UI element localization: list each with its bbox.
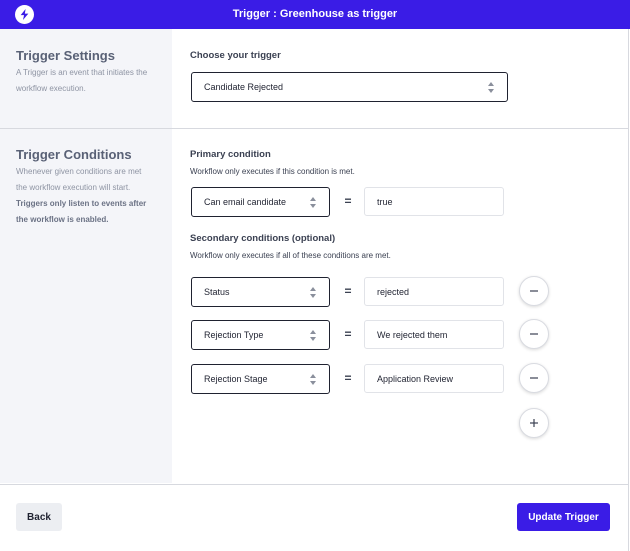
- select-caret-icon: [310, 287, 317, 298]
- right-border: [628, 29, 629, 551]
- section-divider: [0, 128, 628, 129]
- back-button[interactable]: Back: [16, 503, 62, 531]
- select-caret-icon: [310, 374, 317, 385]
- primary-condition-help: Workflow only executes if this condition…: [190, 167, 355, 176]
- conditions-description-bold: Triggers only listen to events after the…: [16, 199, 147, 224]
- choose-trigger-label: Choose your trigger: [190, 50, 281, 61]
- minus-icon: [530, 377, 538, 379]
- conditions-description-plain: Whenever given conditions are met the wo…: [16, 167, 142, 192]
- equals-operator: =: [344, 327, 352, 341]
- equals-operator: =: [344, 284, 352, 298]
- select-caret-icon: [310, 197, 317, 208]
- primary-field-select[interactable]: Can email candidate: [191, 187, 330, 217]
- secondary-field-value: Rejection Stage: [204, 374, 268, 384]
- equals-operator: =: [344, 371, 352, 385]
- trigger-conditions-description: Whenever given conditions are met the wo…: [16, 164, 151, 228]
- secondary-conditions-help: Workflow only executes if all of these c…: [190, 251, 391, 260]
- trigger-select-value: Candidate Rejected: [204, 82, 284, 92]
- remove-condition-button[interactable]: [519, 276, 549, 306]
- select-caret-icon: [488, 82, 495, 93]
- equals-operator: =: [344, 194, 352, 208]
- secondary-field-select[interactable]: Rejection Type: [191, 320, 330, 350]
- minus-icon: [530, 290, 538, 292]
- remove-condition-button[interactable]: [519, 319, 549, 349]
- secondary-field-value: Rejection Type: [204, 330, 264, 340]
- secondary-field-select[interactable]: Status: [191, 277, 330, 307]
- secondary-value-text: rejected: [377, 286, 410, 297]
- secondary-value-input[interactable]: We rejected them: [364, 320, 504, 349]
- secondary-value-input[interactable]: rejected: [364, 277, 504, 306]
- trigger-select[interactable]: Candidate Rejected: [191, 72, 508, 102]
- plus-icon: [530, 419, 538, 427]
- secondary-conditions-label: Secondary conditions (optional): [190, 233, 336, 244]
- secondary-field-value: Status: [204, 287, 230, 297]
- remove-condition-button[interactable]: [519, 363, 549, 393]
- trigger-settings-description: A Trigger is an event that initiates the…: [16, 68, 148, 93]
- footer-divider: [0, 484, 629, 485]
- trigger-settings-title: Trigger Settings: [16, 48, 115, 63]
- primary-value-input[interactable]: true: [364, 187, 504, 216]
- add-condition-button[interactable]: [519, 408, 549, 438]
- primary-condition-label: Primary condition: [190, 149, 271, 160]
- secondary-value-text: We rejected them: [377, 329, 448, 340]
- primary-field-value: Can email candidate: [204, 197, 287, 207]
- primary-value-text: true: [377, 196, 393, 207]
- minus-icon: [530, 333, 538, 335]
- trigger-conditions-title: Trigger Conditions: [16, 147, 132, 162]
- select-caret-icon: [310, 330, 317, 341]
- update-trigger-button[interactable]: Update Trigger: [517, 503, 610, 531]
- secondary-value-input[interactable]: Application Review: [364, 364, 504, 393]
- title-bar: Trigger : Greenhouse as trigger: [0, 0, 630, 29]
- secondary-field-select[interactable]: Rejection Stage: [191, 364, 330, 394]
- window-title: Trigger : Greenhouse as trigger: [232, 8, 398, 20]
- secondary-value-text: Application Review: [377, 373, 454, 384]
